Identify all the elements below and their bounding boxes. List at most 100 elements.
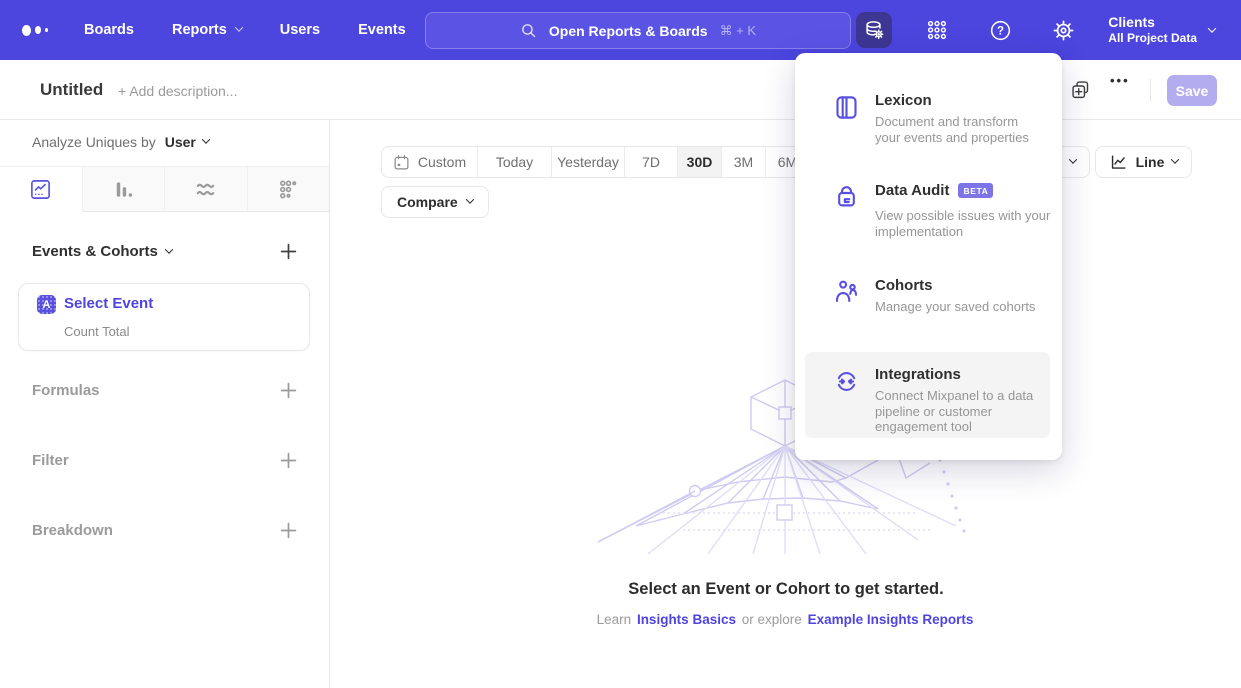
apps-grid-button[interactable] [919,12,955,48]
database-gear-icon [862,18,886,42]
nav-boards-label: Boards [84,22,134,38]
chevron-down-icon [1069,155,1077,163]
top-navbar: Boards Reports Users Events Open Reports… [0,0,1241,60]
integrations-description: Connect Mixpanel to a data pipeline or c… [875,388,1048,435]
svg-text:?: ? [997,25,1004,37]
nav-users-label: Users [280,22,320,38]
primary-nav: Boards Reports Users Events [84,22,406,38]
search-icon [520,22,537,39]
daterange-custom-label: Custom [418,154,466,170]
add-breakdown-button[interactable] [280,522,297,539]
dot-grid-icon [277,178,300,201]
analyze-value-dropdown[interactable]: User [165,134,209,150]
event-row-card[interactable]: A Select Event Count Total [18,283,310,351]
compare-button[interactable]: Compare [381,186,489,218]
data-audit-description: View possible issues with your implement… [875,208,1048,239]
chart-type-tabs [0,166,329,212]
nav-users[interactable]: Users [280,22,320,38]
daterange-3m-label: 3M [734,154,753,170]
add-filter-button[interactable] [280,452,297,469]
data-management-menu: Lexicon Document and transform your even… [795,53,1062,460]
chevron-down-icon [1208,24,1216,32]
chevron-down-icon [235,23,243,31]
data-audit-icon [833,184,860,211]
nav-reports[interactable]: Reports [172,22,242,38]
duplicate-report-button[interactable] [1070,79,1091,100]
tab-line-chart[interactable] [0,167,82,212]
formulas-label: Formulas [32,382,100,399]
count-total-label[interactable]: Count Total [64,324,130,339]
empty-state: Select an Event or Cohort to get started… [331,580,1241,627]
data-audit-title: Data Audit [875,182,949,199]
search-placeholder: Open Reports & Boards [549,23,708,39]
daterange-yesterday[interactable]: Yesterday [551,147,624,177]
menu-item-lexicon[interactable]: Lexicon Document and transform your even… [795,92,1062,145]
nav-reports-label: Reports [172,22,227,38]
add-description-field[interactable]: + Add description... [118,83,237,99]
data-management-button[interactable] [856,12,892,48]
divider [1150,79,1151,101]
filter-label: Filter [32,452,69,469]
help-button[interactable]: ? [982,12,1018,48]
select-event-label[interactable]: Select Event [64,295,153,312]
line-chart-icon [29,178,52,201]
breakdown-label: Breakdown [32,522,113,539]
mixpanel-logo-icon[interactable] [22,25,48,36]
add-event-button[interactable] [280,243,297,260]
daterange-7d[interactable]: 7D [624,147,677,177]
events-cohorts-label: Events & Cohorts [32,243,158,260]
chevron-down-icon [465,195,473,203]
plus-icon [280,452,297,469]
flow-icon [194,178,217,201]
date-range-control: Custom Today Yesterday 7D 30D 3M 6M [381,146,810,178]
line-style-icon [1109,153,1128,172]
query-builder-sidebar: Analyze Uniques by User [0,120,330,688]
daterange-3m[interactable]: 3M [721,147,765,177]
add-formula-button[interactable] [280,382,297,399]
daterange-30d-label: 30D [687,154,713,170]
menu-item-integrations[interactable]: Integrations Connect Mixpanel to a data … [795,366,1062,435]
plus-icon [280,522,297,539]
search-shortcut: ⌘ + K [720,23,757,39]
daterange-30d[interactable]: 30D [677,147,721,177]
chevron-down-icon [165,245,173,253]
project-switcher[interactable]: Clients All Project Data [1108,14,1215,46]
example-reports-link[interactable]: Example Insights Reports [806,612,976,627]
tab-flow-chart[interactable] [164,167,247,212]
event-series-badge: A [37,295,56,314]
calendar-icon [393,154,410,171]
project-name: Clients [1108,14,1197,31]
chart-style-dropdown[interactable]: Line [1095,146,1192,178]
navbar-right: ? Clients All Project Data [856,0,1241,60]
cohorts-description: Manage your saved cohorts [875,299,1048,315]
beta-badge: BETA [958,183,993,198]
formulas-section: Formulas [32,382,297,399]
bar-chart-icon [112,178,135,201]
project-scope: All Project Data [1108,31,1197,46]
chevron-down-icon [202,135,210,143]
menu-item-cohorts[interactable]: Cohorts Manage your saved cohorts [795,277,1062,315]
events-cohorts-dropdown[interactable]: Events & Cohorts [32,243,172,260]
menu-item-data-audit[interactable]: Data Audit BETA View possible issues wit… [795,182,1062,239]
settings-button[interactable] [1045,12,1081,48]
plus-icon [280,382,297,399]
nav-boards[interactable]: Boards [84,22,134,38]
daterange-today[interactable]: Today [477,147,551,177]
grid-dots-icon [926,19,948,41]
daterange-custom[interactable]: Custom [382,147,477,177]
save-button[interactable]: Save [1167,75,1217,106]
learn-prefix: Learn [597,612,632,627]
nav-events[interactable]: Events [358,22,406,38]
chevron-down-icon [1171,155,1179,163]
tab-bar-chart[interactable] [82,167,165,212]
tab-metric-grid[interactable] [247,167,330,212]
global-search-input[interactable]: Open Reports & Boards ⌘ + K [425,12,851,49]
mixpanel-insights-app: Boards Reports Users Events Open Reports… [0,0,1241,688]
empty-state-headline: Select an Event or Cohort to get started… [331,580,1241,599]
insights-basics-link[interactable]: Insights Basics [635,612,738,627]
integrations-title: Integrations [875,366,961,383]
report-title[interactable]: Untitled [40,80,103,100]
question-circle-icon: ? [989,19,1012,42]
nav-events-label: Events [358,22,406,38]
more-options-button[interactable]: ••• [1110,73,1130,88]
